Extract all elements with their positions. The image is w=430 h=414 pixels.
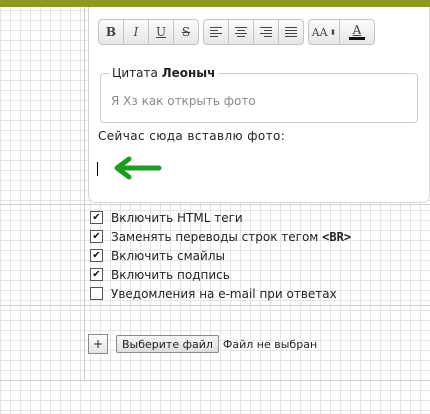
strikethrough-button[interactable]: S	[174, 20, 198, 44]
checkbox[interactable]: ✔	[90, 211, 103, 224]
option-label: Заменять переводы строк тегом	[111, 229, 323, 244]
quote-header: Цитата Леоныч	[109, 66, 219, 80]
option-replace-linebreaks[interactable]: ✔ Заменять переводы строк тегом <BR>	[90, 227, 351, 246]
bold-button[interactable]: B	[99, 20, 124, 44]
option-enable-signature[interactable]: ✔ Включить подпись	[90, 265, 351, 284]
attachment-row: + Выберите файл Файл не выбран	[88, 334, 317, 354]
posting-options: ✔ Включить HTML теги ✔ Заменять переводы…	[90, 208, 351, 303]
divider	[0, 204, 430, 205]
formatting-toolbar: B I U S AA ⬍ A	[98, 19, 379, 45]
text-style-group: B I U S	[98, 19, 199, 45]
checkbox[interactable]	[90, 287, 103, 300]
font-group: AA ⬍ A	[308, 19, 375, 45]
divider	[0, 380, 430, 381]
no-file-label: Файл не выбран	[222, 337, 318, 351]
align-left-button[interactable]	[204, 20, 229, 44]
align-right-icon	[260, 25, 272, 39]
font-color-swatch	[349, 37, 365, 40]
option-label: Уведомления на e-mail при ответах	[111, 286, 337, 301]
checkbox[interactable]: ✔	[90, 249, 103, 262]
align-left-icon	[210, 25, 222, 39]
align-justify-button[interactable]	[279, 20, 303, 44]
message-editor[interactable]: B I U S AA ⬍ A Цитата Леоныч Я Хз как от…	[88, 7, 430, 203]
divider	[0, 305, 430, 306]
align-center-button[interactable]	[229, 20, 254, 44]
align-center-icon	[235, 25, 247, 39]
checkbox[interactable]: ✔	[90, 230, 103, 243]
alignment-group	[203, 19, 304, 45]
option-enable-html[interactable]: ✔ Включить HTML теги	[90, 208, 351, 227]
left-column	[0, 7, 85, 380]
choose-file-button[interactable]: Выберите файл	[116, 335, 219, 353]
arrow-left-icon	[114, 156, 162, 180]
italic-button[interactable]: I	[124, 20, 149, 44]
quote-text: Я Хз как открыть фото	[111, 94, 256, 108]
font-color-label: A	[352, 23, 362, 37]
quote-label: Цитата	[112, 66, 158, 80]
align-right-button[interactable]	[254, 20, 279, 44]
option-label: Включить HTML теги	[111, 210, 243, 225]
option-label: Включить смайлы	[111, 248, 225, 263]
font-size-button[interactable]: AA ⬍	[309, 20, 340, 44]
add-attachment-button[interactable]: +	[88, 334, 108, 354]
option-enable-smilies[interactable]: ✔ Включить смайлы	[90, 246, 351, 265]
font-size-label: AA	[311, 25, 328, 39]
quote-author: Леоныч	[161, 66, 216, 80]
top-accent-bar	[0, 0, 430, 7]
quote-block: Цитата Леоныч Я Хз как открыть фото	[100, 66, 418, 123]
text-cursor	[97, 162, 98, 176]
checkbox[interactable]: ✔	[90, 268, 103, 281]
underline-button[interactable]: U	[149, 20, 174, 44]
message-text: Сейчас сюда вставлю фото:	[98, 129, 286, 143]
option-email-notify[interactable]: Уведомления на e-mail при ответах	[90, 284, 351, 303]
option-label: Включить подпись	[111, 267, 230, 282]
dropdown-arrows-icon: ⬍	[329, 27, 337, 37]
align-justify-icon	[285, 25, 297, 39]
option-code: <BR>	[322, 229, 352, 244]
font-color-button[interactable]: A	[340, 20, 374, 44]
